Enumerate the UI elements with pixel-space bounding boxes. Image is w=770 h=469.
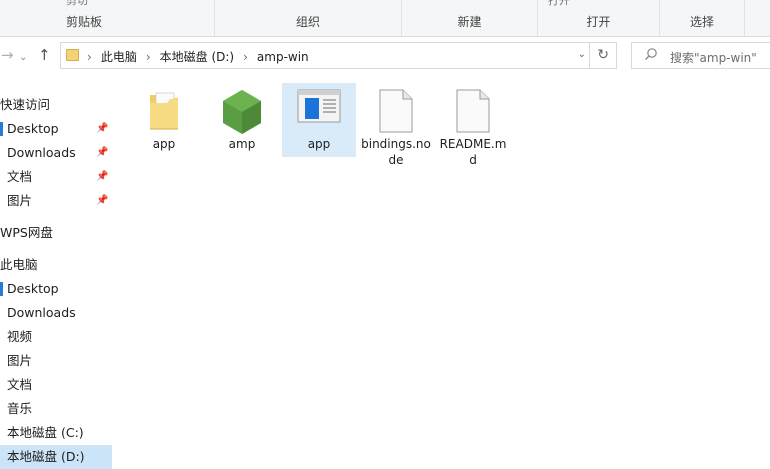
ribbon-group-label: 选择 (689, 15, 714, 29)
ribbon-group-label: 新建 (457, 15, 482, 29)
file-name: README.md (439, 137, 507, 167)
sidebar-item-pictures[interactable]: 图片 (0, 349, 112, 373)
sidebar-item-label: 本地磁盘 (D:) (7, 449, 85, 464)
sidebar-item-drive-c[interactable]: 本地磁盘 (C:) (0, 421, 112, 445)
breadcrumb-item[interactable]: amp-win (257, 50, 309, 64)
breadcrumb: › 此电脑 › 本地磁盘 (D:) › amp-win (87, 48, 309, 65)
pin-icon[interactable]: 📌 (96, 117, 108, 141)
sidebar-item-this-pc[interactable]: 此电脑 (0, 253, 112, 277)
nodejs-icon (221, 89, 263, 139)
file-name: amp (228, 137, 256, 151)
search-box[interactable]: 搜索"amp-win" (631, 42, 770, 69)
file-item[interactable]: README.md (436, 83, 510, 167)
sidebar-item-label: Desktop (7, 281, 59, 296)
ribbon-cut-label: 剪切 (66, 0, 88, 7)
file-icon (456, 89, 490, 137)
sidebar-item-drive-d[interactable]: 本地磁盘 (D:) (0, 445, 112, 469)
file-name: app (152, 137, 176, 151)
sidebar-item-desktop[interactable]: Desktop 📌 (0, 117, 112, 141)
sidebar-item-label: 此电脑 (0, 257, 38, 272)
search-icon (644, 47, 658, 65)
search-placeholder: 搜索"amp-win" (670, 51, 757, 65)
refresh-icon[interactable]: ↻ (597, 47, 609, 63)
sidebar-item-label: Desktop (7, 121, 59, 136)
ribbon-group-select[interactable]: 选择 (660, 0, 745, 36)
sidebar-item-label: 音乐 (7, 401, 33, 416)
sidebar-item-desktop[interactable]: Desktop (0, 277, 112, 301)
file-item[interactable]: app (127, 83, 201, 157)
file-icon (379, 89, 413, 137)
ribbon-group-label: 打开 (586, 15, 611, 29)
pin-icon[interactable]: 📌 (96, 165, 108, 189)
chevron-right-icon: › (145, 50, 151, 64)
file-list[interactable]: app amp app bindings.node README.md (112, 75, 770, 461)
sidebar-item-label: 文档 (7, 169, 33, 184)
navigation-bar: → ⌄ ↑ › 此电脑 › 本地磁盘 (D:) › amp-win ⌄ ↻ 搜索"amp-… (0, 37, 770, 75)
sidebar-item-downloads[interactable]: Downloads (0, 301, 112, 325)
sidebar-item-label: Downloads (7, 305, 76, 320)
file-item[interactable]: app (282, 83, 356, 157)
sidebar-item-label: 本地磁盘 (C:) (7, 425, 84, 440)
file-item[interactable]: bindings.node (359, 83, 433, 167)
pin-icon[interactable]: 📌 (96, 189, 108, 213)
up-arrow-icon[interactable]: ↑ (38, 46, 51, 64)
desktop-icon (0, 122, 3, 136)
navigation-pane: 快速访问 Desktop 📌 Downloads 📌 文档 📌 图片 📌 WPS网盘 此… (0, 89, 112, 469)
file-item[interactable]: amp (205, 83, 279, 157)
file-name: bindings.node (361, 137, 431, 167)
divider (589, 43, 590, 68)
address-dropdown-icon[interactable]: ⌄ (578, 49, 586, 60)
sidebar-item-documents[interactable]: 文档 📌 (0, 165, 112, 189)
sidebar-item-documents[interactable]: 文档 (0, 373, 112, 397)
back-arrow-icon[interactable]: → (1, 46, 14, 64)
ribbon-group-open[interactable]: 打开 打开 (538, 0, 660, 36)
sidebar-item-quick-access[interactable]: 快速访问 (0, 93, 112, 117)
address-bar[interactable]: › 此电脑 › 本地磁盘 (D:) › amp-win ⌄ ↻ (60, 42, 617, 69)
folder-icon (66, 49, 79, 61)
sidebar-item-wps-drive[interactable]: WPS网盘 (0, 221, 112, 245)
ribbon-group-organize[interactable]: 组织 (215, 0, 402, 36)
chevron-right-icon: › (87, 50, 92, 64)
ribbon: 剪切 剪贴板 组织 新建 打开 打开 选择 (0, 0, 770, 37)
folder-icon (147, 89, 181, 135)
sidebar-item-label: 图片 (7, 353, 33, 368)
sidebar-item-music[interactable]: 音乐 (0, 397, 112, 421)
sidebar-item-label: 视频 (7, 329, 33, 344)
pin-icon[interactable]: 📌 (96, 141, 108, 165)
ribbon-open-label: 打开 (548, 0, 570, 7)
sidebar-item-downloads[interactable]: Downloads 📌 (0, 141, 112, 165)
chevron-right-icon: › (243, 50, 248, 64)
sidebar-item-label: 文档 (7, 377, 33, 392)
application-icon (297, 89, 341, 127)
recent-locations-chevron-icon[interactable]: ⌄ (19, 49, 27, 67)
ribbon-group-new[interactable]: 新建 (402, 0, 538, 36)
ribbon-group-clipboard[interactable]: 剪切 剪贴板 (0, 0, 215, 36)
breadcrumb-item[interactable]: 此电脑 (101, 50, 137, 64)
sidebar-item-label: WPS网盘 (0, 225, 53, 240)
sidebar-item-label: 图片 (7, 193, 33, 208)
sidebar-item-videos[interactable]: 视频 (0, 325, 112, 349)
ribbon-group-label: 剪贴板 (66, 15, 103, 29)
desktop-icon (0, 282, 3, 296)
sidebar-item-pictures[interactable]: 图片 📌 (0, 189, 112, 213)
sidebar-item-label: Downloads (7, 145, 76, 160)
ribbon-group-label: 组织 (295, 15, 320, 29)
sidebar-item-label: 快速访问 (0, 97, 51, 112)
breadcrumb-item[interactable]: 本地磁盘 (D:) (160, 50, 234, 64)
file-name: app (307, 137, 331, 151)
